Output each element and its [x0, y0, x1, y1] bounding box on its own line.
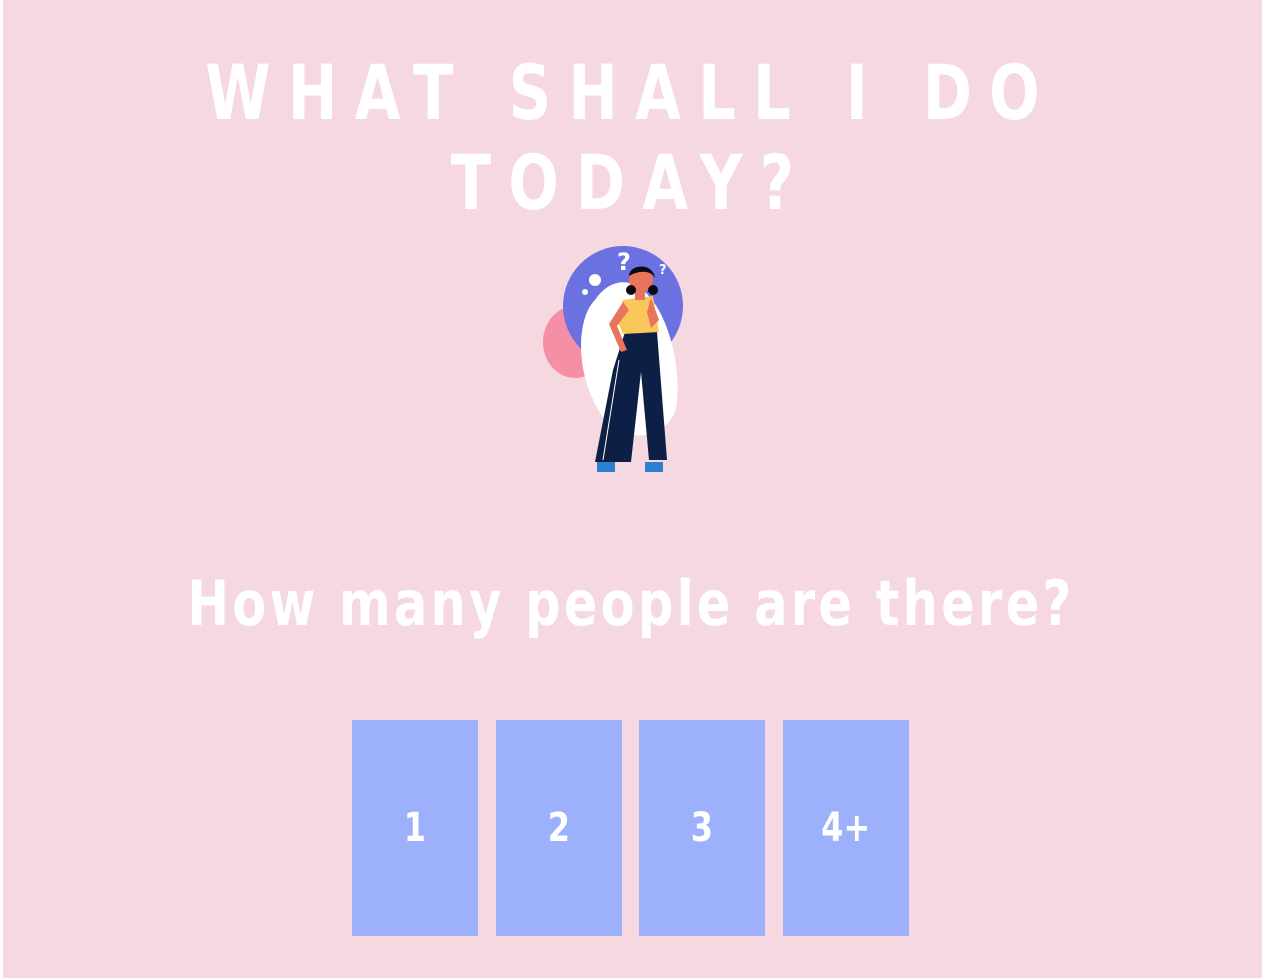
option-4-plus-button[interactable]: 4+: [783, 720, 909, 936]
page-left-border: [0, 0, 3, 978]
people-count-options: 1 2 3 4+: [352, 720, 912, 936]
option-1-button[interactable]: 1: [352, 720, 478, 936]
thinking-woman-icon: ? ?: [535, 240, 695, 480]
question-heading: How many people are there?: [187, 567, 1075, 640]
option-1-label: 1: [403, 805, 427, 851]
option-2-label: 2: [547, 805, 571, 851]
option-2-button[interactable]: 2: [496, 720, 622, 936]
option-4-plus-label: 4+: [821, 805, 871, 851]
svg-text:?: ?: [659, 263, 667, 278]
page-title: WHAT SHALL I DO TODAY?: [205, 48, 1057, 227]
svg-text:?: ?: [617, 248, 631, 276]
option-3-label: 3: [690, 805, 714, 851]
option-3-button[interactable]: 3: [639, 720, 765, 936]
